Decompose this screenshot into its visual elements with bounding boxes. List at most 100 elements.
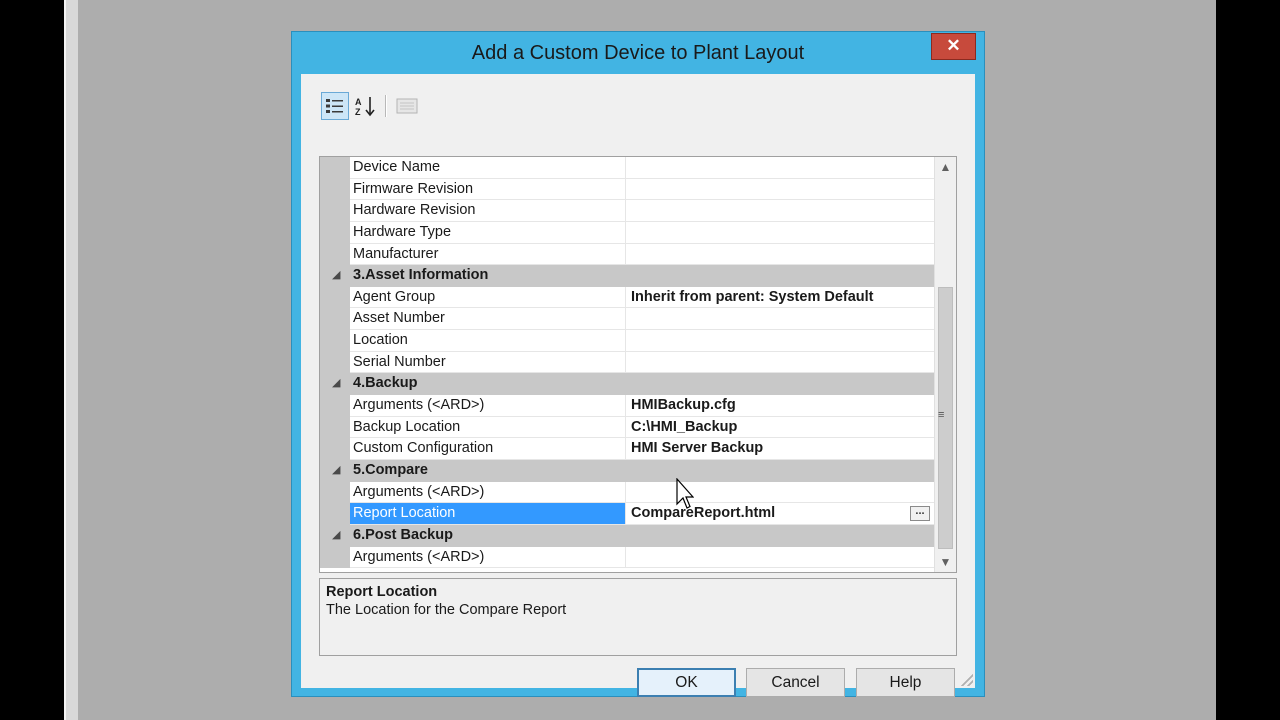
property-value[interactable] (626, 547, 934, 569)
property-name[interactable]: Backup Location (350, 416, 626, 439)
ok-button[interactable]: OK (637, 668, 736, 697)
property-value[interactable] (626, 157, 934, 179)
row-margin (320, 546, 350, 569)
dialog-title: Add a Custom Device to Plant Layout (471, 42, 805, 64)
category-row[interactable]: ◢ 4.Backup (320, 373, 934, 396)
vertical-scrollbar[interactable]: ▲ ≡ ▼ (934, 157, 956, 572)
categorized-icon[interactable] (321, 92, 349, 120)
property-row[interactable]: Manufacturer (320, 243, 934, 266)
desktop-edge (64, 0, 78, 720)
property-row[interactable]: Device Name (320, 157, 934, 179)
property-name[interactable]: Arguments (<ARD>) (350, 395, 626, 417)
property-row[interactable]: Backup Location C:\HMI_Backup (320, 416, 934, 439)
category-label: 5.Compare (353, 461, 428, 478)
row-margin (320, 416, 350, 439)
row-margin (320, 308, 350, 331)
property-value[interactable]: HMIBackup.cfg (626, 395, 934, 417)
description-pane: Report Location The Location for the Com… (319, 578, 957, 656)
row-margin (320, 395, 350, 417)
property-value[interactable] (626, 200, 934, 222)
property-value[interactable] (626, 222, 934, 244)
property-row[interactable]: Hardware Type (320, 221, 934, 244)
description-text: The Location for the Compare Report (326, 602, 567, 618)
row-margin (320, 221, 350, 244)
property-row[interactable]: Asset Number (320, 308, 934, 331)
property-row[interactable]: Arguments (<ARD>) HMIBackup.cfg (320, 395, 934, 417)
cancel-button[interactable]: Cancel (746, 668, 845, 697)
property-value-text: Inherit from parent: System Default (631, 288, 874, 305)
row-margin (320, 286, 350, 309)
row-margin (320, 157, 350, 179)
property-value[interactable] (626, 482, 934, 504)
property-name[interactable]: Device Name (350, 157, 626, 179)
row-margin (320, 243, 350, 266)
row-margin (320, 178, 350, 201)
row-margin (320, 503, 350, 525)
resize-grip-icon[interactable] (961, 674, 973, 686)
property-name[interactable]: Hardware Revision (350, 200, 626, 222)
property-value[interactable] (626, 244, 934, 266)
property-value[interactable] (626, 179, 934, 201)
scroll-up-arrow-icon[interactable]: ▲ (935, 157, 956, 177)
custom-device-dialog: Add a Custom Device to Plant Layout ✕ A … (291, 31, 985, 697)
row-margin (320, 200, 350, 222)
property-value[interactable]: CompareReport.html... (626, 503, 934, 525)
property-row[interactable]: Arguments (<ARD>) (320, 481, 934, 504)
row-margin (320, 351, 350, 374)
alphabetical-sort-icon[interactable]: A Z (352, 92, 380, 120)
property-grid-toolbar: A Z (321, 92, 521, 122)
category-label: 4.Backup (353, 375, 418, 392)
property-value-text: C:\HMI_Backup (631, 418, 738, 435)
collapse-triangle-icon[interactable]: ◢ (332, 373, 340, 394)
property-name[interactable]: Manufacturer (350, 243, 626, 266)
mouse-cursor-icon (676, 478, 694, 509)
property-row[interactable]: Serial Number (320, 351, 934, 374)
description-title: Report Location (326, 584, 438, 600)
property-name[interactable]: Custom Configuration (350, 438, 626, 460)
property-name[interactable]: Asset Number (350, 308, 626, 331)
category-label: 6.Post Backup (353, 526, 453, 543)
property-name[interactable]: Location (350, 330, 626, 352)
scroll-down-arrow-icon[interactable]: ▼ (935, 552, 956, 572)
property-row[interactable]: Hardware Revision (320, 200, 934, 222)
help-button[interactable]: Help (856, 668, 955, 697)
property-pages-icon (393, 92, 421, 120)
property-row[interactable]: Agent Group Inherit from parent: System D… (320, 286, 934, 309)
collapse-triangle-icon[interactable]: ◢ (332, 460, 340, 481)
property-name[interactable]: Agent Group (350, 286, 626, 309)
collapse-triangle-icon[interactable]: ◢ (332, 265, 340, 286)
property-grid[interactable]: Device Name Firmware Revision Hardware Rev… (319, 156, 957, 573)
close-button[interactable]: ✕ (931, 33, 976, 60)
row-margin (320, 330, 350, 352)
property-value[interactable] (626, 308, 934, 331)
property-grid-rows: Device Name Firmware Revision Hardware Rev… (320, 157, 934, 569)
property-name[interactable]: Firmware Revision (350, 178, 626, 201)
category-row[interactable]: ◢ 5.Compare (320, 459, 934, 482)
property-name[interactable]: Hardware Type (350, 221, 626, 244)
property-value[interactable]: C:\HMI_Backup (626, 417, 934, 439)
collapse-triangle-icon[interactable]: ◢ (332, 525, 340, 546)
property-name[interactable]: Serial Number (350, 351, 626, 374)
svg-text:A: A (355, 97, 362, 107)
dialog-client-area: A Z Device Name Firmware Revision Hardware… (301, 74, 975, 697)
property-value-text: HMIBackup.cfg (631, 397, 736, 414)
category-row[interactable]: ◢ 3.Asset Information (320, 265, 934, 287)
property-row[interactable]: Custom Configuration HMI Server Backup (320, 438, 934, 460)
property-row[interactable]: Firmware Revision (320, 178, 934, 201)
property-row[interactable]: Report Location CompareReport.html... (320, 503, 934, 525)
property-value[interactable] (626, 330, 934, 352)
scrollbar-grip-icon: ≡ (938, 409, 945, 421)
property-row[interactable]: Location (320, 330, 934, 352)
property-value[interactable]: Inherit from parent: System Default (626, 287, 934, 309)
property-name[interactable]: Arguments (<ARD>) (350, 481, 626, 504)
property-name[interactable]: Report Location (350, 503, 626, 525)
property-name[interactable]: Arguments (<ARD>) (350, 546, 626, 569)
property-value[interactable]: HMI Server Backup (626, 438, 934, 460)
toolbar-separator (385, 95, 387, 117)
property-row[interactable]: Arguments (<ARD>) (320, 546, 934, 569)
category-label: 3.Asset Information (353, 267, 489, 284)
svg-text:Z: Z (355, 107, 361, 117)
category-row[interactable]: ◢ 6.Post Backup (320, 524, 934, 547)
browse-ellipsis-button[interactable]: ... (910, 506, 930, 522)
property-value[interactable] (626, 352, 934, 374)
